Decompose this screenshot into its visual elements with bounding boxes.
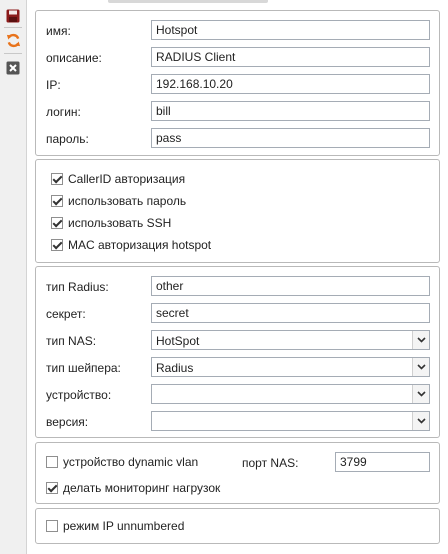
refresh-icon [6, 33, 20, 47]
chevron-down-icon[interactable] [412, 331, 429, 349]
shaper-type-label: тип шейпера: [46, 361, 121, 375]
use-ssh-label: использовать SSH [68, 216, 172, 230]
checkbox-box[interactable] [46, 520, 58, 532]
ip-unnumbered-label: режим IP unnumbered [63, 519, 185, 533]
description-row: описание: RADIUS Client [36, 46, 439, 70]
description-label: описание: [46, 51, 102, 65]
general-panel: имя: Hotspot описание: RADIUS Client IP:… [35, 10, 440, 156]
nas-type-row: тип NAS: HotSpot [36, 329, 439, 353]
login-input[interactable]: bill [151, 101, 430, 121]
nas-type-select[interactable]: HotSpot [151, 330, 430, 350]
close-icon [6, 61, 20, 75]
name-label: имя: [46, 24, 71, 38]
save-button[interactable] [5, 8, 21, 24]
ip-label: IP: [46, 78, 61, 92]
floppy-disk-icon [6, 9, 20, 23]
password-row: пароль: pass [36, 127, 439, 151]
shaper-type-select[interactable]: Radius [151, 357, 430, 377]
refresh-button[interactable] [5, 32, 21, 48]
chevron-down-icon[interactable] [412, 385, 429, 403]
name-row: имя: Hotspot [36, 19, 439, 43]
login-row: логин: bill [36, 100, 439, 124]
close-button[interactable] [5, 60, 21, 76]
radius-panel: тип Radius: other секрет: secret тип NAS… [35, 266, 440, 438]
checkbox-box[interactable] [51, 195, 63, 207]
nas-type-label: тип NAS: [46, 334, 97, 348]
checkbox-box[interactable] [51, 239, 63, 251]
nas-type-value: HotSpot [156, 334, 200, 348]
checkbox-box[interactable] [46, 482, 58, 494]
secret-input[interactable]: secret [151, 303, 430, 323]
version-select[interactable] [151, 411, 430, 431]
ip-input[interactable]: 192.168.10.20 [151, 74, 430, 94]
toolbar-separator [4, 27, 22, 28]
nas-port-label: порт NAS: [242, 456, 299, 470]
login-label: логин: [46, 105, 81, 119]
load-monitoring-label: делать мониторинг нагрузок [63, 481, 221, 495]
chevron-down-icon[interactable] [412, 358, 429, 376]
shaper-type-row: тип шейпера: Radius [36, 356, 439, 380]
auth-panel: CallerID авторизация использовать пароль… [35, 159, 440, 263]
password-input[interactable]: pass [151, 128, 430, 148]
left-toolbar [0, 0, 27, 554]
device-select[interactable] [151, 384, 430, 404]
checkbox-box[interactable] [51, 217, 63, 229]
device-row: устройство: [36, 383, 439, 407]
dynamic-vlan-label: устройство dynamic vlan [63, 455, 199, 469]
device-label: устройство: [46, 388, 112, 402]
radius-type-label: тип Radius: [46, 280, 109, 294]
nas-port-input[interactable]: 3799 [335, 452, 430, 472]
ip-row: IP: 192.168.10.20 [36, 73, 439, 97]
version-label: версия: [46, 415, 89, 429]
use-password-label: использовать пароль [68, 194, 187, 208]
radius-type-row: тип Radius: other [36, 275, 439, 299]
name-input[interactable]: Hotspot [151, 20, 430, 40]
options-panel: устройство dynamic vlan порт NAS: 3799 д… [35, 442, 440, 504]
callerid-auth-label: CallerID авторизация [68, 172, 186, 186]
checkbox-box[interactable] [51, 173, 63, 185]
shaper-type-value: Radius [156, 361, 194, 375]
mac-hotspot-label: MAC авторизация hotspot [68, 238, 212, 252]
radius-type-input[interactable]: other [151, 276, 430, 296]
top-tab-edge [108, 0, 268, 3]
secret-label: секрет: [46, 307, 86, 321]
description-input[interactable]: RADIUS Client [151, 47, 430, 67]
secret-row: секрет: secret [36, 302, 439, 326]
toolbar-separator [4, 53, 22, 54]
chevron-down-icon[interactable] [412, 412, 429, 430]
checkbox-box[interactable] [46, 456, 58, 468]
unnumbered-panel: режим IP unnumbered [35, 508, 440, 544]
password-label: пароль: [46, 132, 89, 146]
version-row: версия: [36, 410, 439, 434]
